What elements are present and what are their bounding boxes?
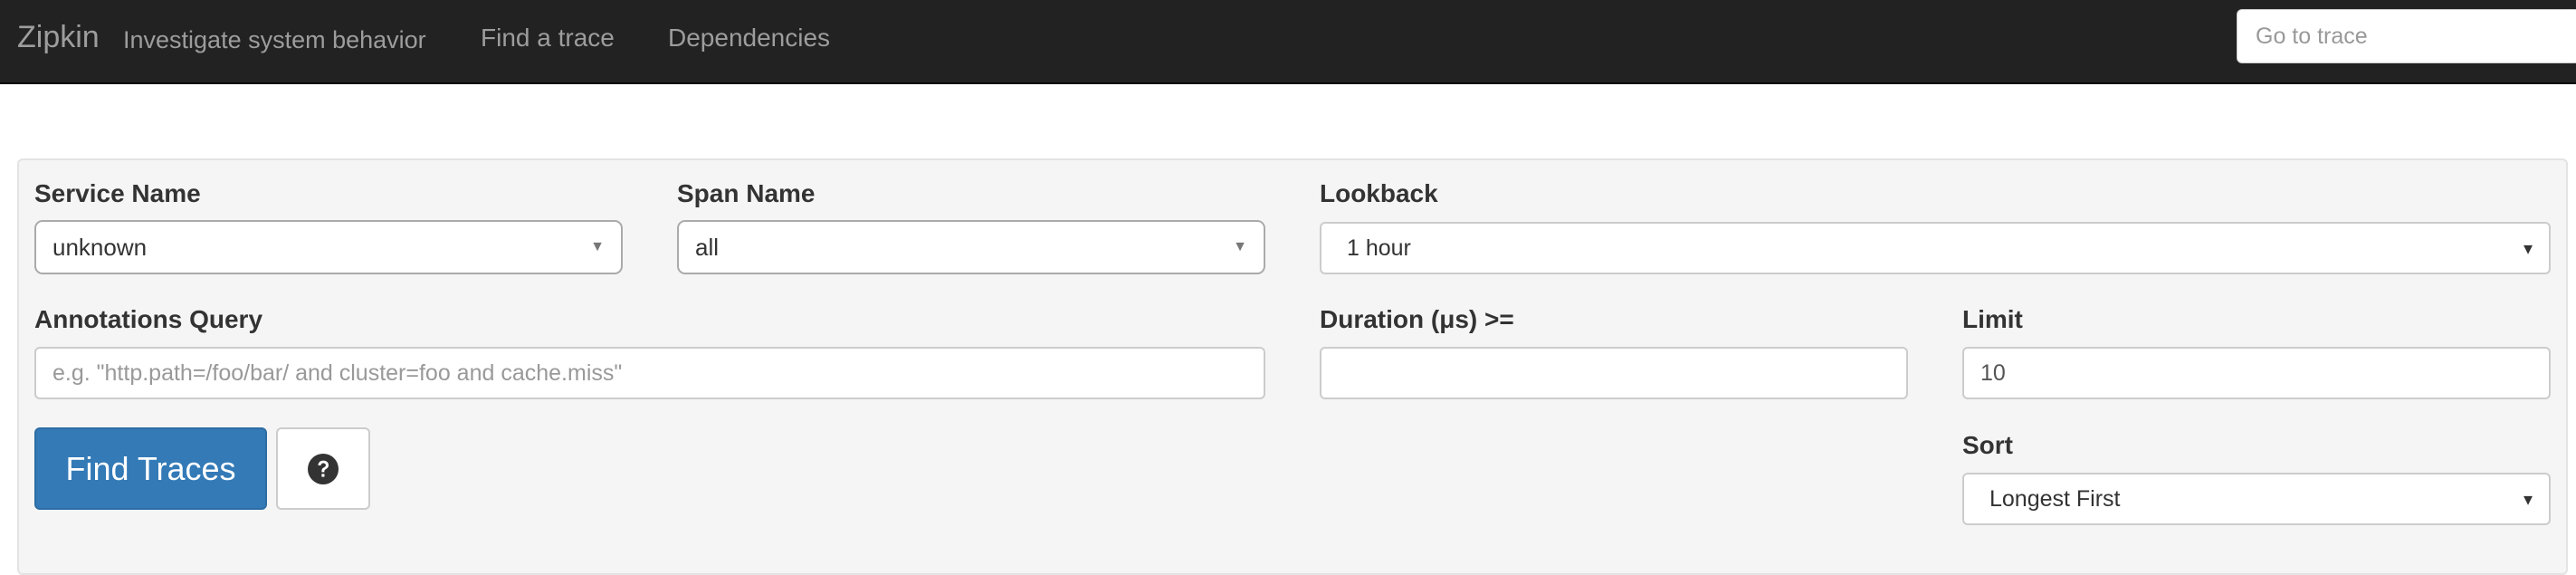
service-name-select[interactable]: unknown ▼ bbox=[34, 220, 623, 274]
nav-dependencies[interactable]: Dependencies bbox=[668, 23, 830, 53]
span-name-select[interactable]: all ▼ bbox=[677, 220, 1265, 274]
caret-down-icon: ▾ bbox=[2523, 489, 2533, 510]
sort-select[interactable]: Longest First ▾ bbox=[1962, 473, 2551, 525]
duration-label: Duration (μs) >= bbox=[1320, 305, 1514, 333]
limit-field bbox=[1962, 347, 2551, 399]
lookback-label: Lookback bbox=[1320, 179, 1438, 207]
service-name-value: unknown bbox=[52, 233, 148, 261]
annotations-query-input[interactable] bbox=[52, 349, 1247, 398]
span-name-label: Span Name bbox=[677, 179, 816, 207]
brand-tagline: Investigate system behavior bbox=[123, 26, 426, 53]
find-traces-button[interactable]: Find Traces bbox=[34, 427, 267, 510]
go-to-trace-input[interactable] bbox=[2237, 9, 2576, 63]
caret-down-icon: ▾ bbox=[2523, 238, 2533, 259]
service-name-label: Service Name bbox=[34, 179, 201, 207]
sort-value: Longest First bbox=[1989, 485, 2121, 512]
duration-input[interactable] bbox=[1338, 349, 1890, 398]
lookback-select[interactable]: 1 hour ▾ bbox=[1320, 222, 2551, 274]
annotations-query-label: Annotations Query bbox=[34, 305, 263, 333]
limit-label: Limit bbox=[1962, 305, 2023, 333]
nav-find-a-trace[interactable]: Find a trace bbox=[481, 23, 615, 53]
annotations-query-field bbox=[34, 347, 1265, 399]
caret-down-icon: ▼ bbox=[590, 239, 605, 254]
top-navbar: Zipkin Investigate system behavior Find … bbox=[0, 0, 2576, 84]
limit-input[interactable] bbox=[1980, 349, 2533, 398]
lookback-value: 1 hour bbox=[1347, 235, 1411, 261]
sort-label: Sort bbox=[1962, 431, 2013, 459]
caret-down-icon: ▼ bbox=[1233, 239, 1247, 254]
help-button[interactable] bbox=[276, 427, 370, 510]
duration-field bbox=[1320, 347, 1908, 399]
question-circle-icon bbox=[308, 453, 339, 484]
span-name-value: all bbox=[695, 233, 720, 261]
brand-logo[interactable]: Zipkin bbox=[17, 19, 100, 55]
